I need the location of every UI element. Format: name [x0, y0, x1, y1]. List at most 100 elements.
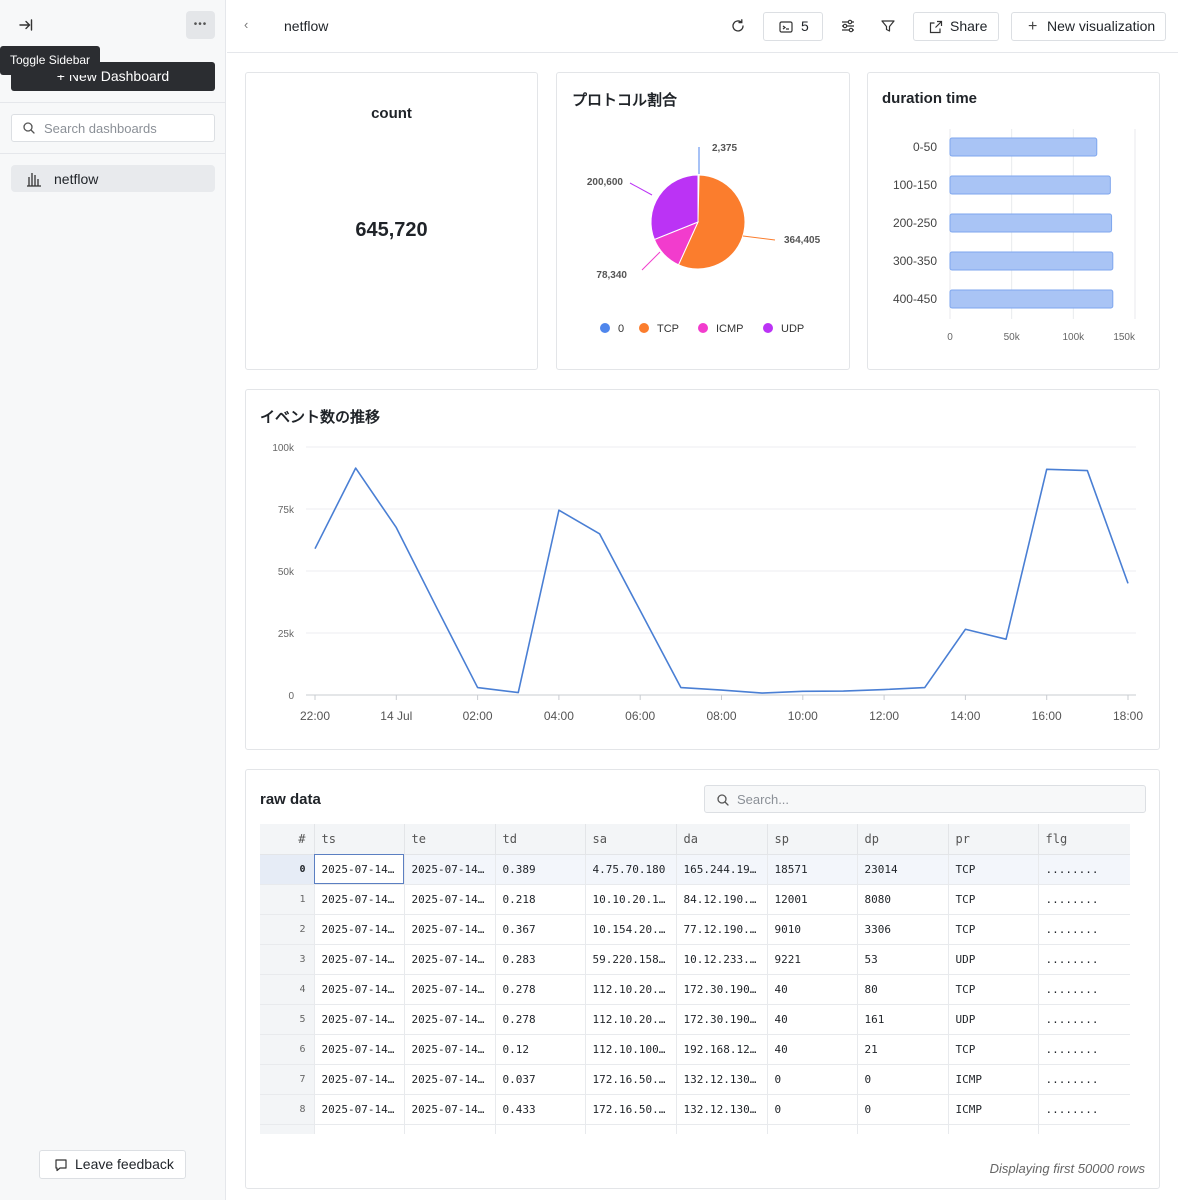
table-cell[interactable]: ........ — [1038, 974, 1130, 1005]
table-cell[interactable]: 8010 — [767, 1124, 858, 1134]
table-row[interactable]: 6 2025-07-14… 2025-07-14… 0.12 112.10.100… 19… — [260, 1034, 1130, 1065]
table-cell[interactable]: ........ — [1038, 854, 1130, 885]
table-cell[interactable]: 10.154.20.… — [585, 914, 677, 945]
table-cell[interactable]: 172.16.50.… — [585, 1064, 677, 1095]
table-cell[interactable]: 2025-07-14… — [404, 974, 496, 1005]
table-cell[interactable]: 0.367 — [495, 914, 586, 945]
refresh-icon[interactable] — [730, 18, 746, 34]
table-cell[interactable]: UDP — [948, 1004, 1039, 1035]
sidebar-item-netflow[interactable]: netflow — [11, 165, 215, 192]
table-cell[interactable]: 132.12.130… — [676, 1064, 768, 1095]
table-cell[interactable]: 9221 — [767, 944, 858, 975]
table-cell[interactable]: 161 — [857, 1004, 949, 1035]
column-header-dp[interactable]: dp — [857, 824, 949, 855]
table-cell[interactable]: ........ — [1038, 1064, 1130, 1095]
table-cell[interactable]: ........ — [1038, 914, 1130, 945]
table-cell[interactable]: TCP — [948, 884, 1039, 915]
table-cell[interactable]: 0.12 — [495, 1034, 586, 1065]
row-index[interactable]: 4 — [260, 974, 315, 1005]
table-cell[interactable]: TCP — [948, 854, 1039, 885]
table-row[interactable]: 7 2025-07-14… 2025-07-14… 0.037 172.16.50.… 1… — [260, 1064, 1130, 1095]
column-header-ts[interactable]: ts — [314, 824, 405, 855]
table-row[interactable]: 0 2025-07-14… 2025-07-14… 0.389 4.75.70.180 1… — [260, 854, 1130, 885]
table-cell[interactable]: 0.340 — [495, 1124, 586, 1134]
table-cell[interactable]: 112.10.20.… — [585, 974, 677, 1005]
table-cell[interactable]: 172.30.190… — [676, 974, 768, 1005]
table-cell[interactable]: 2025-07-14… — [314, 1064, 405, 1095]
table-cell[interactable]: ........ — [1038, 1094, 1130, 1125]
table-cell[interactable]: 59.220.158… — [585, 944, 677, 975]
row-index[interactable]: 1 — [260, 884, 315, 915]
row-index[interactable]: 7 — [260, 1064, 315, 1095]
table-cell[interactable]: 10.10.20.1… — [585, 884, 677, 915]
table-cell[interactable]: 000 — [857, 1124, 949, 1134]
row-index[interactable]: 8 — [260, 1094, 315, 1125]
table-cell[interactable]: 165.244.19… — [676, 854, 768, 885]
table-cell[interactable]: 2025-07-14… — [314, 854, 405, 885]
table-cell[interactable]: 2025-07-14… — [404, 1124, 496, 1134]
table-cell[interactable]: ........ — [1038, 1124, 1130, 1134]
more-options-button[interactable]: ••• — [186, 11, 215, 39]
table-cell[interactable]: 2025-07-14… — [404, 854, 496, 885]
column-header-sa[interactable]: sa — [585, 824, 677, 855]
table-cell[interactable]: 18571 — [767, 854, 858, 885]
table-cell[interactable]: 0.278 — [495, 974, 586, 1005]
table-cell[interactable]: 0.283 — [495, 944, 586, 975]
row-index[interactable]: 0 — [260, 854, 315, 885]
table-cell[interactable]: 40 — [767, 1034, 858, 1065]
table-row[interactable]: 8 2025-07-14… 2025-07-14… 0.433 172.16.50.… 1… — [260, 1094, 1130, 1125]
table-cell[interactable]: 77.12.190.… — [676, 914, 768, 945]
table-cell[interactable]: 80 — [857, 974, 949, 1005]
table-cell[interactable]: ........ — [1038, 1034, 1130, 1065]
duration-bar-card[interactable]: duration time 0 50k 100k 150k 0-50 100-150 200… — [867, 72, 1160, 370]
table-cell[interactable]: 112.10.100… — [585, 1034, 677, 1065]
table-cell[interactable]: TCP — [948, 1034, 1039, 1065]
protocol-pie-card[interactable]: プロトコル割合 2,375 364,405 78,340 200,600 0 TCP ICM… — [556, 72, 850, 370]
table-cell[interactable]: 12001 — [767, 884, 858, 915]
table-cell[interactable]: 84.12.190.… — [676, 884, 768, 915]
table-cell[interactable]: 0 — [857, 1094, 949, 1125]
data-grid[interactable]: # ts te td sa da sp dp pr flg 0 2025-07-14… 2025-07… — [260, 824, 1130, 1134]
table-cell[interactable]: 0 — [767, 1094, 858, 1125]
table-cell[interactable]: 8080 — [857, 884, 949, 915]
table-row[interactable]: 4 2025-07-14… 2025-07-14… 0.278 112.10.20.… 1… — [260, 974, 1130, 1005]
table-row[interactable]: 1 2025-07-14… 2025-07-14… 0.218 10.10.20.1… 8… — [260, 884, 1130, 915]
table-cell[interactable]: 3306 — [857, 914, 949, 945]
table-search[interactable] — [704, 785, 1146, 813]
table-cell[interactable]: 40 — [767, 1004, 858, 1035]
sidebar-toggle-icon[interactable] — [18, 17, 34, 33]
table-cell[interactable]: TCP — [948, 914, 1039, 945]
table-cell[interactable]: 2025-07-14… — [314, 944, 405, 975]
table-cell[interactable]: 2025-07-14… — [404, 884, 496, 915]
table-cell[interactable]: 23014 — [857, 854, 949, 885]
table-search-input[interactable] — [737, 786, 1137, 812]
column-header-pr[interactable]: pr — [948, 824, 1039, 855]
table-cell[interactable]: 192.168.12… — [676, 1034, 768, 1065]
table-cell[interactable]: 10.12.233.… — [676, 944, 768, 975]
table-cell[interactable]: 112.10.20.… — [585, 1004, 677, 1035]
column-header-da[interactable]: da — [676, 824, 768, 855]
leave-feedback-button[interactable]: Leave feedback — [39, 1150, 186, 1179]
table-row[interactable]: 2 2025-07-14… 2025-07-14… 0.367 10.154.20.… 7… — [260, 914, 1130, 945]
table-cell[interactable]: ICMP — [948, 1064, 1039, 1095]
table-cell[interactable]: 2025-07-14… — [314, 884, 405, 915]
table-cell[interactable]: 40 — [767, 974, 858, 1005]
table-cell[interactable]: ........ — [1038, 1004, 1130, 1035]
column-header-flg[interactable]: flg — [1038, 824, 1130, 855]
table-cell[interactable]: 2025-07-14… — [404, 1004, 496, 1035]
column-header-te[interactable]: te — [404, 824, 496, 855]
table-cell[interactable]: 0.037 — [495, 1064, 586, 1095]
table-cell[interactable]: 4.75.70.180 — [585, 854, 677, 885]
table-cell[interactable]: 2025-07-14… — [314, 914, 405, 945]
table-cell[interactable]: 172.30.190… — [676, 1004, 768, 1035]
table-cell[interactable]: ........ — [1038, 884, 1130, 915]
table-cell[interactable]: 172.16.50.… — [585, 1094, 677, 1125]
count-card[interactable]: count 645,720 — [245, 72, 538, 370]
column-header-sp[interactable]: sp — [767, 824, 858, 855]
table-cell[interactable]: 2025-07-14… — [314, 1004, 405, 1035]
row-index[interactable]: 9 — [260, 1124, 315, 1134]
terminal-button[interactable]: 5 — [763, 12, 823, 41]
table-cell[interactable]: ........ — [1038, 944, 1130, 975]
filter-icon[interactable] — [880, 18, 896, 34]
table-cell[interactable]: 0.389 — [495, 854, 586, 885]
